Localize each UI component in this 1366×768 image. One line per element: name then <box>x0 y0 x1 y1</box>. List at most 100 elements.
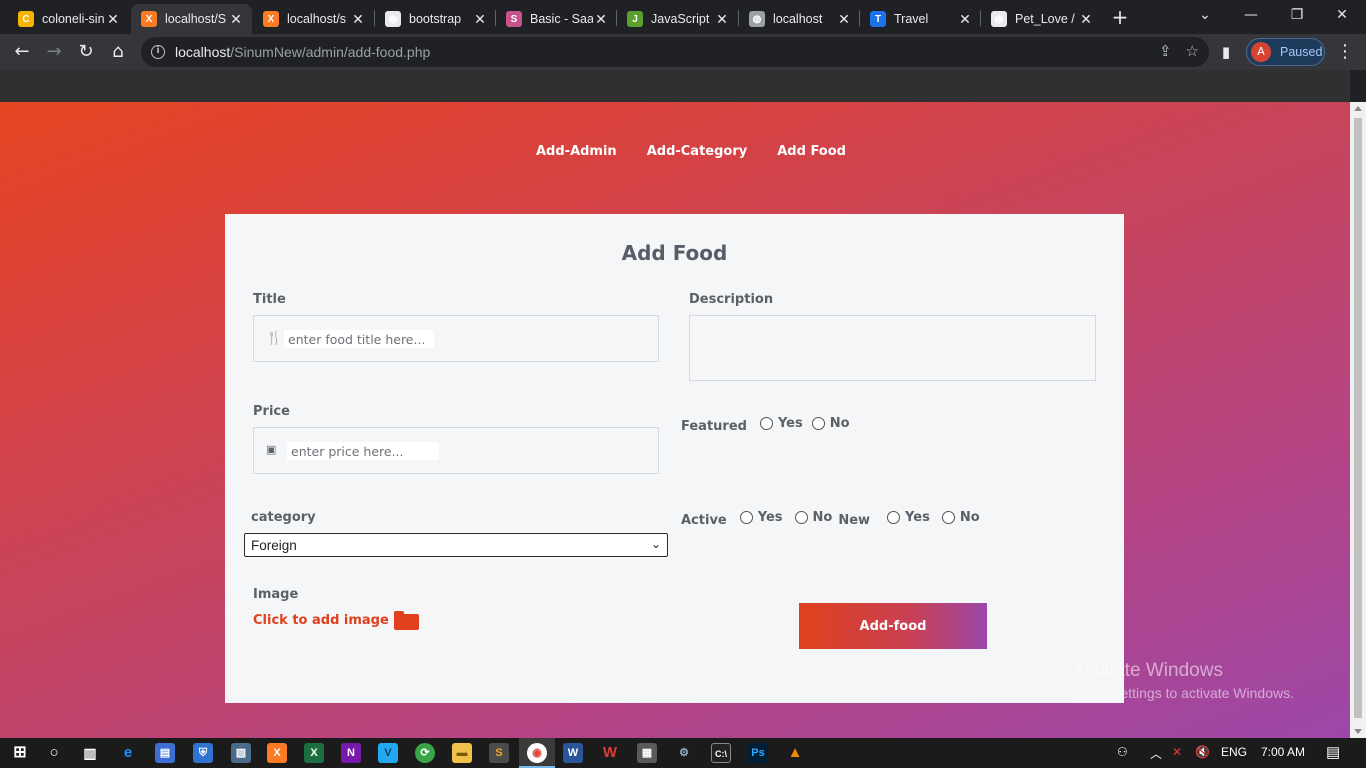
tab-title: localhost/s <box>287 12 347 26</box>
new-yes-radio[interactable] <box>887 511 901 524</box>
add-image-link[interactable]: Click to add image <box>253 611 419 630</box>
network-app-icon[interactable]: ⚙ <box>674 743 694 763</box>
scrollbar-thumb[interactable] <box>1354 118 1362 718</box>
tab-close-icon[interactable]: ✕ <box>714 11 730 28</box>
globe-yellow-icon: C <box>18 11 34 27</box>
tab-close-icon[interactable]: ✕ <box>836 11 852 28</box>
active-no-radio[interactable] <box>794 511 808 524</box>
nav-add-admin[interactable]: Add-Admin <box>536 144 617 159</box>
tab-close-icon[interactable]: ✕ <box>957 11 973 28</box>
file-explorer-icon[interactable]: ▬ <box>452 743 472 763</box>
sublime-icon[interactable]: S <box>489 743 509 763</box>
windows-start-icon[interactable]: ⊞ <box>10 743 30 763</box>
active-yes-radio[interactable] <box>739 511 753 524</box>
browser-tab[interactable]: Xlocalhost/s ✕ <box>253 4 374 34</box>
globe-icon: ◍ <box>385 11 401 27</box>
people-icon[interactable]: ⚇ <box>1117 745 1128 759</box>
featured-no-radio[interactable] <box>811 417 825 430</box>
notifications-icon[interactable]: ▤ <box>1326 743 1340 761</box>
edge-icon[interactable]: e <box>118 743 138 763</box>
browser-tab[interactable]: Ccoloneli-sin ✕ <box>8 4 129 34</box>
photos-icon[interactable]: ▨ <box>231 743 251 763</box>
app-green-icon[interactable]: ⟳ <box>415 743 435 763</box>
url-text[interactable]: localhost/SinumNew/admin/add-food.php <box>175 44 430 60</box>
calculator-icon[interactable]: ▦ <box>637 743 657 763</box>
chrome-icon[interactable]: ◉ <box>527 743 547 763</box>
volume-muted-icon[interactable]: 🔇 <box>1195 745 1210 759</box>
title-input[interactable] <box>284 330 434 348</box>
browser-menu-icon[interactable]: ⋮ <box>1336 40 1354 64</box>
tab-close-icon[interactable]: ✕ <box>1078 11 1094 28</box>
maximize-button[interactable]: ❐ <box>1282 4 1312 26</box>
tab-close-icon[interactable]: ✕ <box>593 11 609 28</box>
new-label: New <box>838 513 871 528</box>
browser-tab[interactable]: S Basic - Saa ✕ <box>496 4 617 34</box>
minimize-button[interactable]: — <box>1236 4 1266 26</box>
tab-title: Travel <box>894 12 929 26</box>
xampp-icon: X <box>141 11 157 27</box>
home-icon[interactable]: ⌂ <box>106 40 130 64</box>
active-no-label: No <box>812 510 833 525</box>
browser-tab[interactable]: ◍ localhost ✕ <box>739 4 860 34</box>
featured-yes-radio[interactable] <box>759 417 773 430</box>
defender-icon[interactable]: ⛨ <box>193 743 213 763</box>
price-input[interactable] <box>287 442 439 460</box>
description-label: Description <box>689 292 774 307</box>
nav-add-food[interactable]: Add Food <box>777 144 846 159</box>
vscode-icon[interactable]: V <box>378 743 398 763</box>
profile-button[interactable]: A Paused <box>1246 38 1325 66</box>
vlc-icon[interactable]: ▲ <box>785 743 805 763</box>
photoshop-icon[interactable]: Ps <box>748 743 768 763</box>
reload-icon[interactable]: ↻ <box>74 40 98 64</box>
forward-icon[interactable]: → <box>42 40 66 64</box>
tab-close-icon[interactable]: ✕ <box>105 11 121 28</box>
page-scrollbar[interactable] <box>1350 102 1366 738</box>
xampp-taskbar-icon[interactable]: X <box>267 743 287 763</box>
scroll-up-arrow-icon[interactable] <box>1354 106 1362 111</box>
featured-no-label: No <box>829 416 850 431</box>
store-icon[interactable]: ▤ <box>155 743 175 763</box>
category-select[interactable]: Foreign ⌄ <box>244 533 668 557</box>
site-info-icon[interactable]: i <box>151 45 165 59</box>
add-food-card: Add Food Title 🍴 Description Price ▣ Fea… <box>225 214 1124 703</box>
folder-icon[interactable] <box>393 611 419 630</box>
tab-close-icon[interactable]: ✕ <box>472 11 488 28</box>
side-panel-icon[interactable]: ▮ <box>1214 40 1238 64</box>
travel-icon: T <box>870 11 886 27</box>
language-indicator[interactable]: ENG <box>1221 745 1247 759</box>
browser-tab[interactable]: ◍ bootstrap ✕ <box>375 4 496 34</box>
network-off-icon[interactable]: ✕ <box>1172 745 1182 759</box>
browser-tab[interactable]: T Travel ✕ <box>860 4 981 34</box>
url-path: /SinumNew/admin/add-food.php <box>230 44 431 60</box>
close-window-button[interactable]: ✕ <box>1327 4 1357 26</box>
new-tab-button[interactable]: + <box>1110 6 1130 28</box>
share-icon[interactable]: ⇪ <box>1159 42 1172 60</box>
nav-add-category[interactable]: Add-Category <box>647 144 748 159</box>
bookmark-star-icon[interactable]: ☆ <box>1186 42 1199 60</box>
search-icon[interactable]: ○ <box>44 743 64 763</box>
add-food-button[interactable]: Add-food <box>799 603 987 649</box>
scroll-down-arrow-icon[interactable] <box>1354 729 1362 734</box>
browser-tab[interactable]: J JavaScript ✕ <box>617 4 738 34</box>
new-no-radio[interactable] <box>941 511 955 524</box>
description-textarea[interactable] <box>689 315 1096 381</box>
terminal-icon[interactable]: C:\ <box>711 743 731 763</box>
tab-search-icon[interactable]: ⌄ <box>1190 4 1220 26</box>
wps-icon[interactable]: W <box>600 743 620 763</box>
onenote-icon[interactable]: N <box>341 743 361 763</box>
tab-title: localhost/S <box>165 12 227 26</box>
tab-close-icon[interactable]: ✕ <box>350 11 366 28</box>
task-view-icon[interactable]: ▥ <box>80 743 100 763</box>
address-bar[interactable]: i localhost/SinumNew/admin/add-food.php … <box>141 37 1209 67</box>
tab-close-icon[interactable]: ✕ <box>228 11 244 28</box>
browser-tab[interactable]: Xlocalhost/S ✕ <box>131 4 252 34</box>
browser-tab[interactable]: ◍ Pet_Love / ✕ <box>981 4 1102 34</box>
new-no-label: No <box>959 510 980 525</box>
back-icon[interactable]: ← <box>10 40 34 64</box>
word-icon[interactable]: W <box>563 743 583 763</box>
excel-icon[interactable]: X <box>304 743 324 763</box>
globe-icon: ◍ <box>749 11 765 27</box>
tray-chevron-icon[interactable]: ︿ <box>1150 745 1162 762</box>
clock[interactable]: 7:00 AM <box>1261 745 1305 759</box>
admin-nav: Add-Admin Add-Category Add Food <box>536 144 846 159</box>
